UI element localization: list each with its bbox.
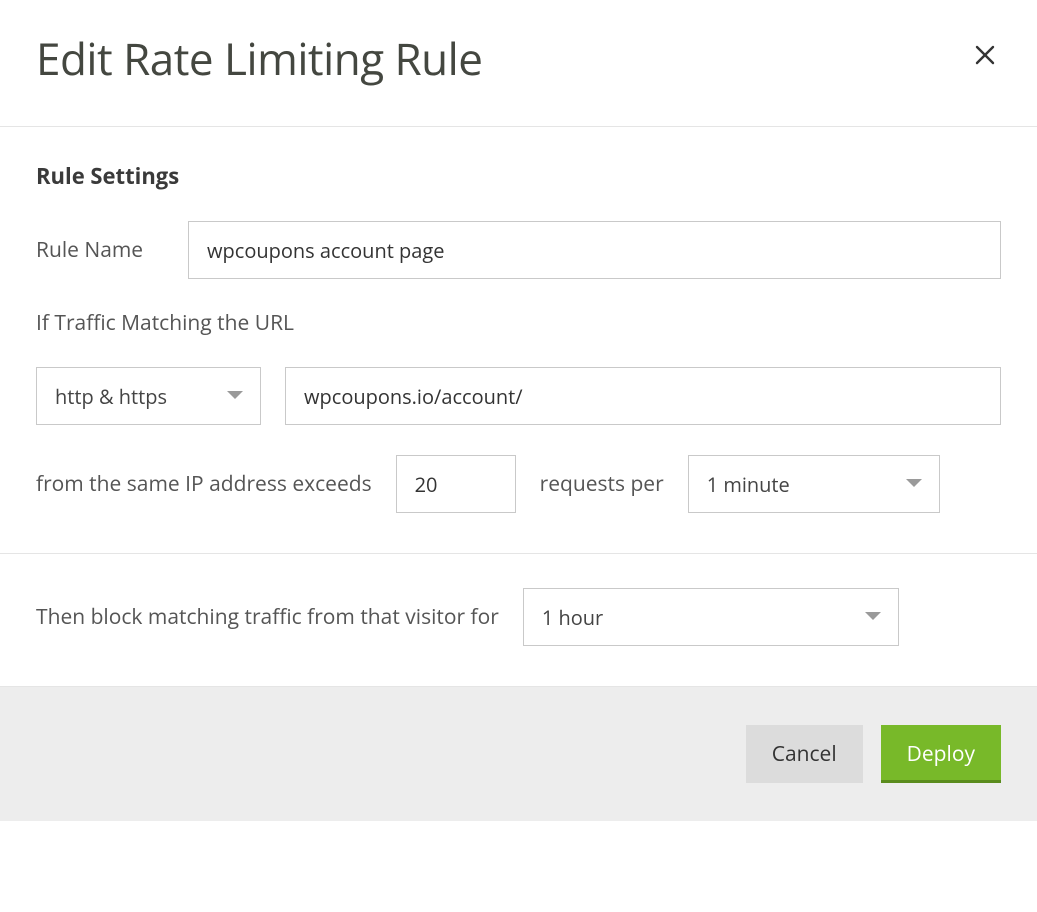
request-count-input[interactable]: [396, 455, 516, 513]
edit-rate-limiting-dialog: Edit Rate Limiting Rule Rule Settings Ru…: [0, 0, 1037, 821]
ip-exceeds-label: from the same IP address exceeds: [36, 470, 372, 498]
scheme-select[interactable]: http & https: [36, 367, 261, 425]
block-row: Then block matching traffic from that vi…: [36, 588, 1001, 646]
dialog-footer: Cancel Deploy: [0, 686, 1037, 821]
requests-per-label: requests per: [540, 470, 664, 498]
chevron-down-icon: [226, 390, 244, 402]
close-button[interactable]: [969, 39, 1001, 77]
block-duration-label: Then block matching traffic from that vi…: [36, 603, 499, 631]
dialog-header: Edit Rate Limiting Rule: [0, 0, 1037, 126]
chevron-down-icon: [905, 478, 923, 490]
deploy-button[interactable]: Deploy: [881, 725, 1001, 783]
url-row: http & https: [36, 367, 1001, 425]
rule-settings-heading: Rule Settings: [36, 161, 1001, 191]
threshold-row: from the same IP address exceeds request…: [36, 455, 1001, 513]
url-match-label: If Traffic Matching the URL: [36, 309, 294, 337]
interval-select[interactable]: 1 minute: [688, 455, 940, 513]
block-duration-select[interactable]: 1 hour: [523, 588, 899, 646]
rule-name-row: Rule Name: [36, 221, 1001, 279]
scheme-select-value: http & https: [55, 383, 167, 410]
dialog-title: Edit Rate Limiting Rule: [36, 28, 482, 88]
block-duration-value: 1 hour: [542, 604, 603, 631]
rule-settings-section: Rule Settings Rule Name If Traffic Match…: [0, 126, 1037, 553]
cancel-button[interactable]: Cancel: [746, 725, 863, 783]
url-input[interactable]: [285, 367, 1001, 425]
chevron-down-icon: [864, 611, 882, 623]
rule-name-input[interactable]: [188, 221, 1001, 279]
rule-name-label: Rule Name: [36, 236, 164, 264]
block-action-section: Then block matching traffic from that vi…: [0, 553, 1037, 686]
interval-select-value: 1 minute: [707, 471, 790, 498]
close-icon: [973, 43, 997, 73]
